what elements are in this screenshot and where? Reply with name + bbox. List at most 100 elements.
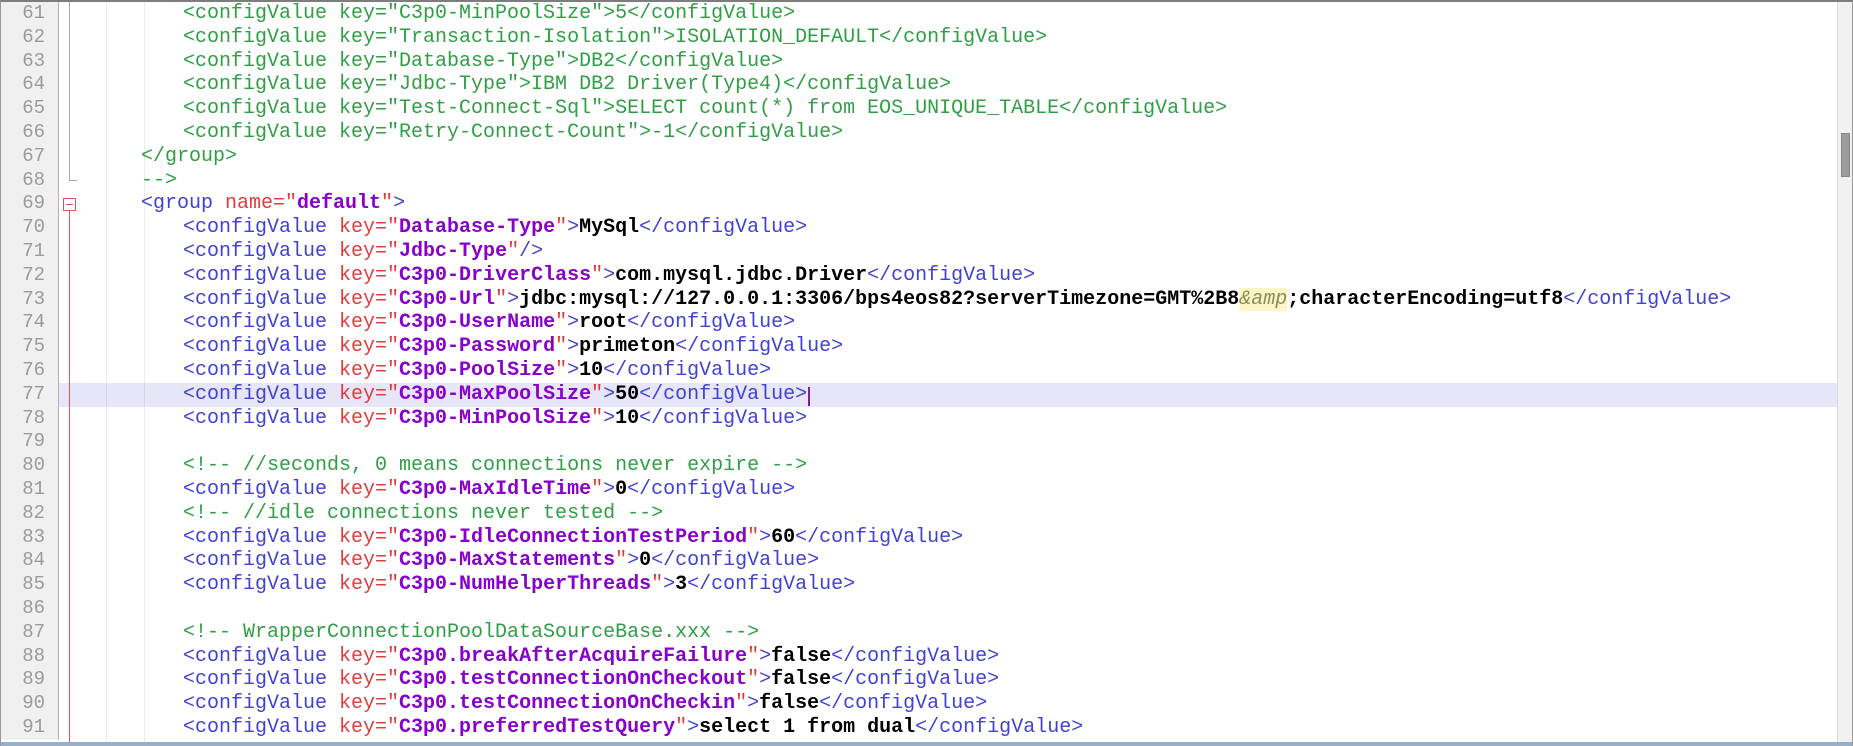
code-segment-attr: ": [591, 383, 603, 406]
code-line[interactable]: 79: [1, 430, 1837, 454]
line-number[interactable]: 75: [1, 335, 59, 359]
code-text[interactable]: <configValue key="C3p0-MaxIdleTime">0</c…: [78, 478, 1837, 502]
line-number[interactable]: 67: [1, 145, 59, 169]
code-line[interactable]: 86: [1, 597, 1837, 621]
line-number[interactable]: 79: [1, 430, 59, 454]
line-number[interactable]: 90: [1, 692, 59, 716]
code-line[interactable]: 68 -->: [1, 169, 1837, 193]
code-text[interactable]: <!-- WrapperConnectionPoolDataSourceBase…: [78, 621, 1837, 645]
code-line[interactable]: 80 <!-- //seconds, 0 means connections ne…: [1, 454, 1837, 478]
code-text[interactable]: <configValue key="C3p0-NumHelperThreads"…: [78, 573, 1837, 597]
code-text[interactable]: <configValue key="Test-Connect-Sql">SELE…: [78, 97, 1837, 121]
line-number[interactable]: 91: [1, 716, 59, 740]
line-number[interactable]: 72: [1, 264, 59, 288]
line-number[interactable]: 71: [1, 240, 59, 264]
line-number[interactable]: 65: [1, 97, 59, 121]
line-number[interactable]: 78: [1, 407, 59, 431]
code-text[interactable]: <group name="default">: [78, 192, 1837, 216]
code-line[interactable]: 84 <configValue key="C3p0-MaxStatements">…: [1, 549, 1837, 573]
code-line[interactable]: 85 <configValue key="C3p0-NumHelperThread…: [1, 573, 1837, 597]
line-number[interactable]: 66: [1, 121, 59, 145]
code-text[interactable]: [78, 430, 1837, 454]
code-text[interactable]: <!-- //idle connections never tested -->: [78, 502, 1837, 526]
line-number[interactable]: 64: [1, 73, 59, 97]
code-text[interactable]: <configValue key="C3p0-PoolSize">10</con…: [78, 359, 1837, 383]
code-segment-attr: ": [591, 264, 603, 287]
code-text[interactable]: <configValue key="C3p0-Password">primeto…: [78, 335, 1837, 359]
code-line[interactable]: 62 <configValue key="Transaction-Isolatio…: [1, 26, 1837, 50]
code-text[interactable]: <!-- //seconds, 0 means connections neve…: [78, 454, 1837, 478]
line-number[interactable]: 69: [1, 192, 59, 216]
code-line[interactable]: 87 <!-- WrapperConnectionPoolDataSourceBa…: [1, 621, 1837, 645]
code-text[interactable]: <configValue key="C3p0.breakAfterAcquire…: [78, 645, 1837, 669]
code-text[interactable]: <configValue key="C3p0-MaxPoolSize">50</…: [78, 383, 1837, 407]
line-number[interactable]: 83: [1, 526, 59, 550]
code-text[interactable]: -->: [78, 169, 1837, 193]
code-line[interactable]: 66 <configValue key="Retry-Connect-Count"…: [1, 121, 1837, 145]
scrollbar-thumb[interactable]: [1841, 133, 1850, 177]
line-number[interactable]: 82: [1, 502, 59, 526]
code-text[interactable]: [78, 597, 1837, 621]
code-text[interactable]: <configValue key="Retry-Connect-Count">-…: [78, 121, 1837, 145]
code-line[interactable]: 89 <configValue key="C3p0.testConnectionO…: [1, 668, 1837, 692]
line-number[interactable]: 76: [1, 359, 59, 383]
code-line[interactable]: 91 <configValue key="C3p0.preferredTestQu…: [1, 716, 1837, 740]
line-number[interactable]: 68: [1, 169, 59, 193]
code-segment-attr: ": [507, 240, 519, 263]
code-line[interactable]: 65 <configValue key="Test-Connect-Sql">SE…: [1, 97, 1837, 121]
code-text[interactable]: <configValue key="C3p0-IdleConnectionTes…: [78, 526, 1837, 550]
line-number[interactable]: 74: [1, 311, 59, 335]
code-line[interactable]: 63 <configValue key="Database-Type">DB2</…: [1, 50, 1837, 74]
code-text[interactable]: <configValue key="C3p0.testConnectionOnC…: [78, 692, 1837, 716]
line-number[interactable]: 63: [1, 50, 59, 74]
code-line[interactable]: 69 <group name="default">: [1, 192, 1837, 216]
line-number[interactable]: 88: [1, 645, 59, 669]
vertical-scrollbar[interactable]: [1837, 2, 1852, 746]
line-number[interactable]: 73: [1, 288, 59, 312]
code-line[interactable]: 71 <configValue key="Jdbc-Type"/>: [1, 240, 1837, 264]
code-line[interactable]: 78 <configValue key="C3p0-MinPoolSize">10…: [1, 407, 1837, 431]
line-number[interactable]: 87: [1, 621, 59, 645]
code-line[interactable]: 77 <configValue key="C3p0-MaxPoolSize">50…: [1, 383, 1837, 407]
code-text[interactable]: <configValue key="Transaction-Isolation"…: [78, 26, 1837, 50]
code-text[interactable]: <configValue key="C3p0-MinPoolSize">10</…: [78, 407, 1837, 431]
line-number[interactable]: 77: [1, 383, 59, 407]
code-line[interactable]: 83 <configValue key="C3p0-IdleConnectionT…: [1, 526, 1837, 550]
code-text[interactable]: <configValue key="C3p0-Url">jdbc:mysql:/…: [78, 288, 1837, 312]
code-text[interactable]: <configValue key="C3p0.testConnectionOnC…: [78, 668, 1837, 692]
fold-collapse-icon[interactable]: [63, 198, 76, 211]
code-line[interactable]: 90 <configValue key="C3p0.testConnectionO…: [1, 692, 1837, 716]
code-line[interactable]: 64 <configValue key="Jdbc-Type">IBM DB2 D…: [1, 73, 1837, 97]
code-line[interactable]: 76 <configValue key="C3p0-PoolSize">10</c…: [1, 359, 1837, 383]
code-text[interactable]: <configValue key="Jdbc-Type"/>: [78, 240, 1837, 264]
code-text[interactable]: <configValue key="C3p0-DriverClass">com.…: [78, 264, 1837, 288]
code-segment-tag: >: [603, 383, 615, 406]
line-number[interactable]: 85: [1, 573, 59, 597]
code-line[interactable]: 73 <configValue key="C3p0-Url">jdbc:mysql…: [1, 288, 1837, 312]
code-line[interactable]: 82 <!-- //idle connections never tested -…: [1, 502, 1837, 526]
code-text[interactable]: <configValue key="C3p0-MinPoolSize">5</c…: [78, 2, 1837, 26]
code-text[interactable]: <configValue key="C3p0.preferredTestQuer…: [78, 716, 1837, 740]
code-text[interactable]: </group>: [78, 145, 1837, 169]
line-number[interactable]: 89: [1, 668, 59, 692]
line-number[interactable]: 80: [1, 454, 59, 478]
code-text[interactable]: <configValue key="Jdbc-Type">IBM DB2 Dri…: [78, 73, 1837, 97]
line-number[interactable]: 84: [1, 549, 59, 573]
code-line[interactable]: 81 <configValue key="C3p0-MaxIdleTime">0<…: [1, 478, 1837, 502]
line-number[interactable]: 86: [1, 597, 59, 621]
code-line[interactable]: 61 <configValue key="C3p0-MinPoolSize">5<…: [1, 2, 1837, 26]
code-text[interactable]: <configValue key="Database-Type">MySql</…: [78, 216, 1837, 240]
code-text[interactable]: <configValue key="Database-Type">DB2</co…: [78, 50, 1837, 74]
line-number[interactable]: 81: [1, 478, 59, 502]
code-line[interactable]: 74 <configValue key="C3p0-UserName">root<…: [1, 311, 1837, 335]
code-line[interactable]: 75 <configValue key="C3p0-Password">prime…: [1, 335, 1837, 359]
line-number[interactable]: 62: [1, 26, 59, 50]
code-line[interactable]: 67 </group>: [1, 145, 1837, 169]
line-number[interactable]: 70: [1, 216, 59, 240]
code-line[interactable]: 70 <configValue key="Database-Type">MySql…: [1, 216, 1837, 240]
code-line[interactable]: 88 <configValue key="C3p0.breakAfterAcqui…: [1, 645, 1837, 669]
line-number[interactable]: 61: [1, 2, 59, 26]
code-text[interactable]: <configValue key="C3p0-UserName">root</c…: [78, 311, 1837, 335]
code-text[interactable]: <configValue key="C3p0-MaxStatements">0<…: [78, 549, 1837, 573]
code-line[interactable]: 72 <configValue key="C3p0-DriverClass">co…: [1, 264, 1837, 288]
